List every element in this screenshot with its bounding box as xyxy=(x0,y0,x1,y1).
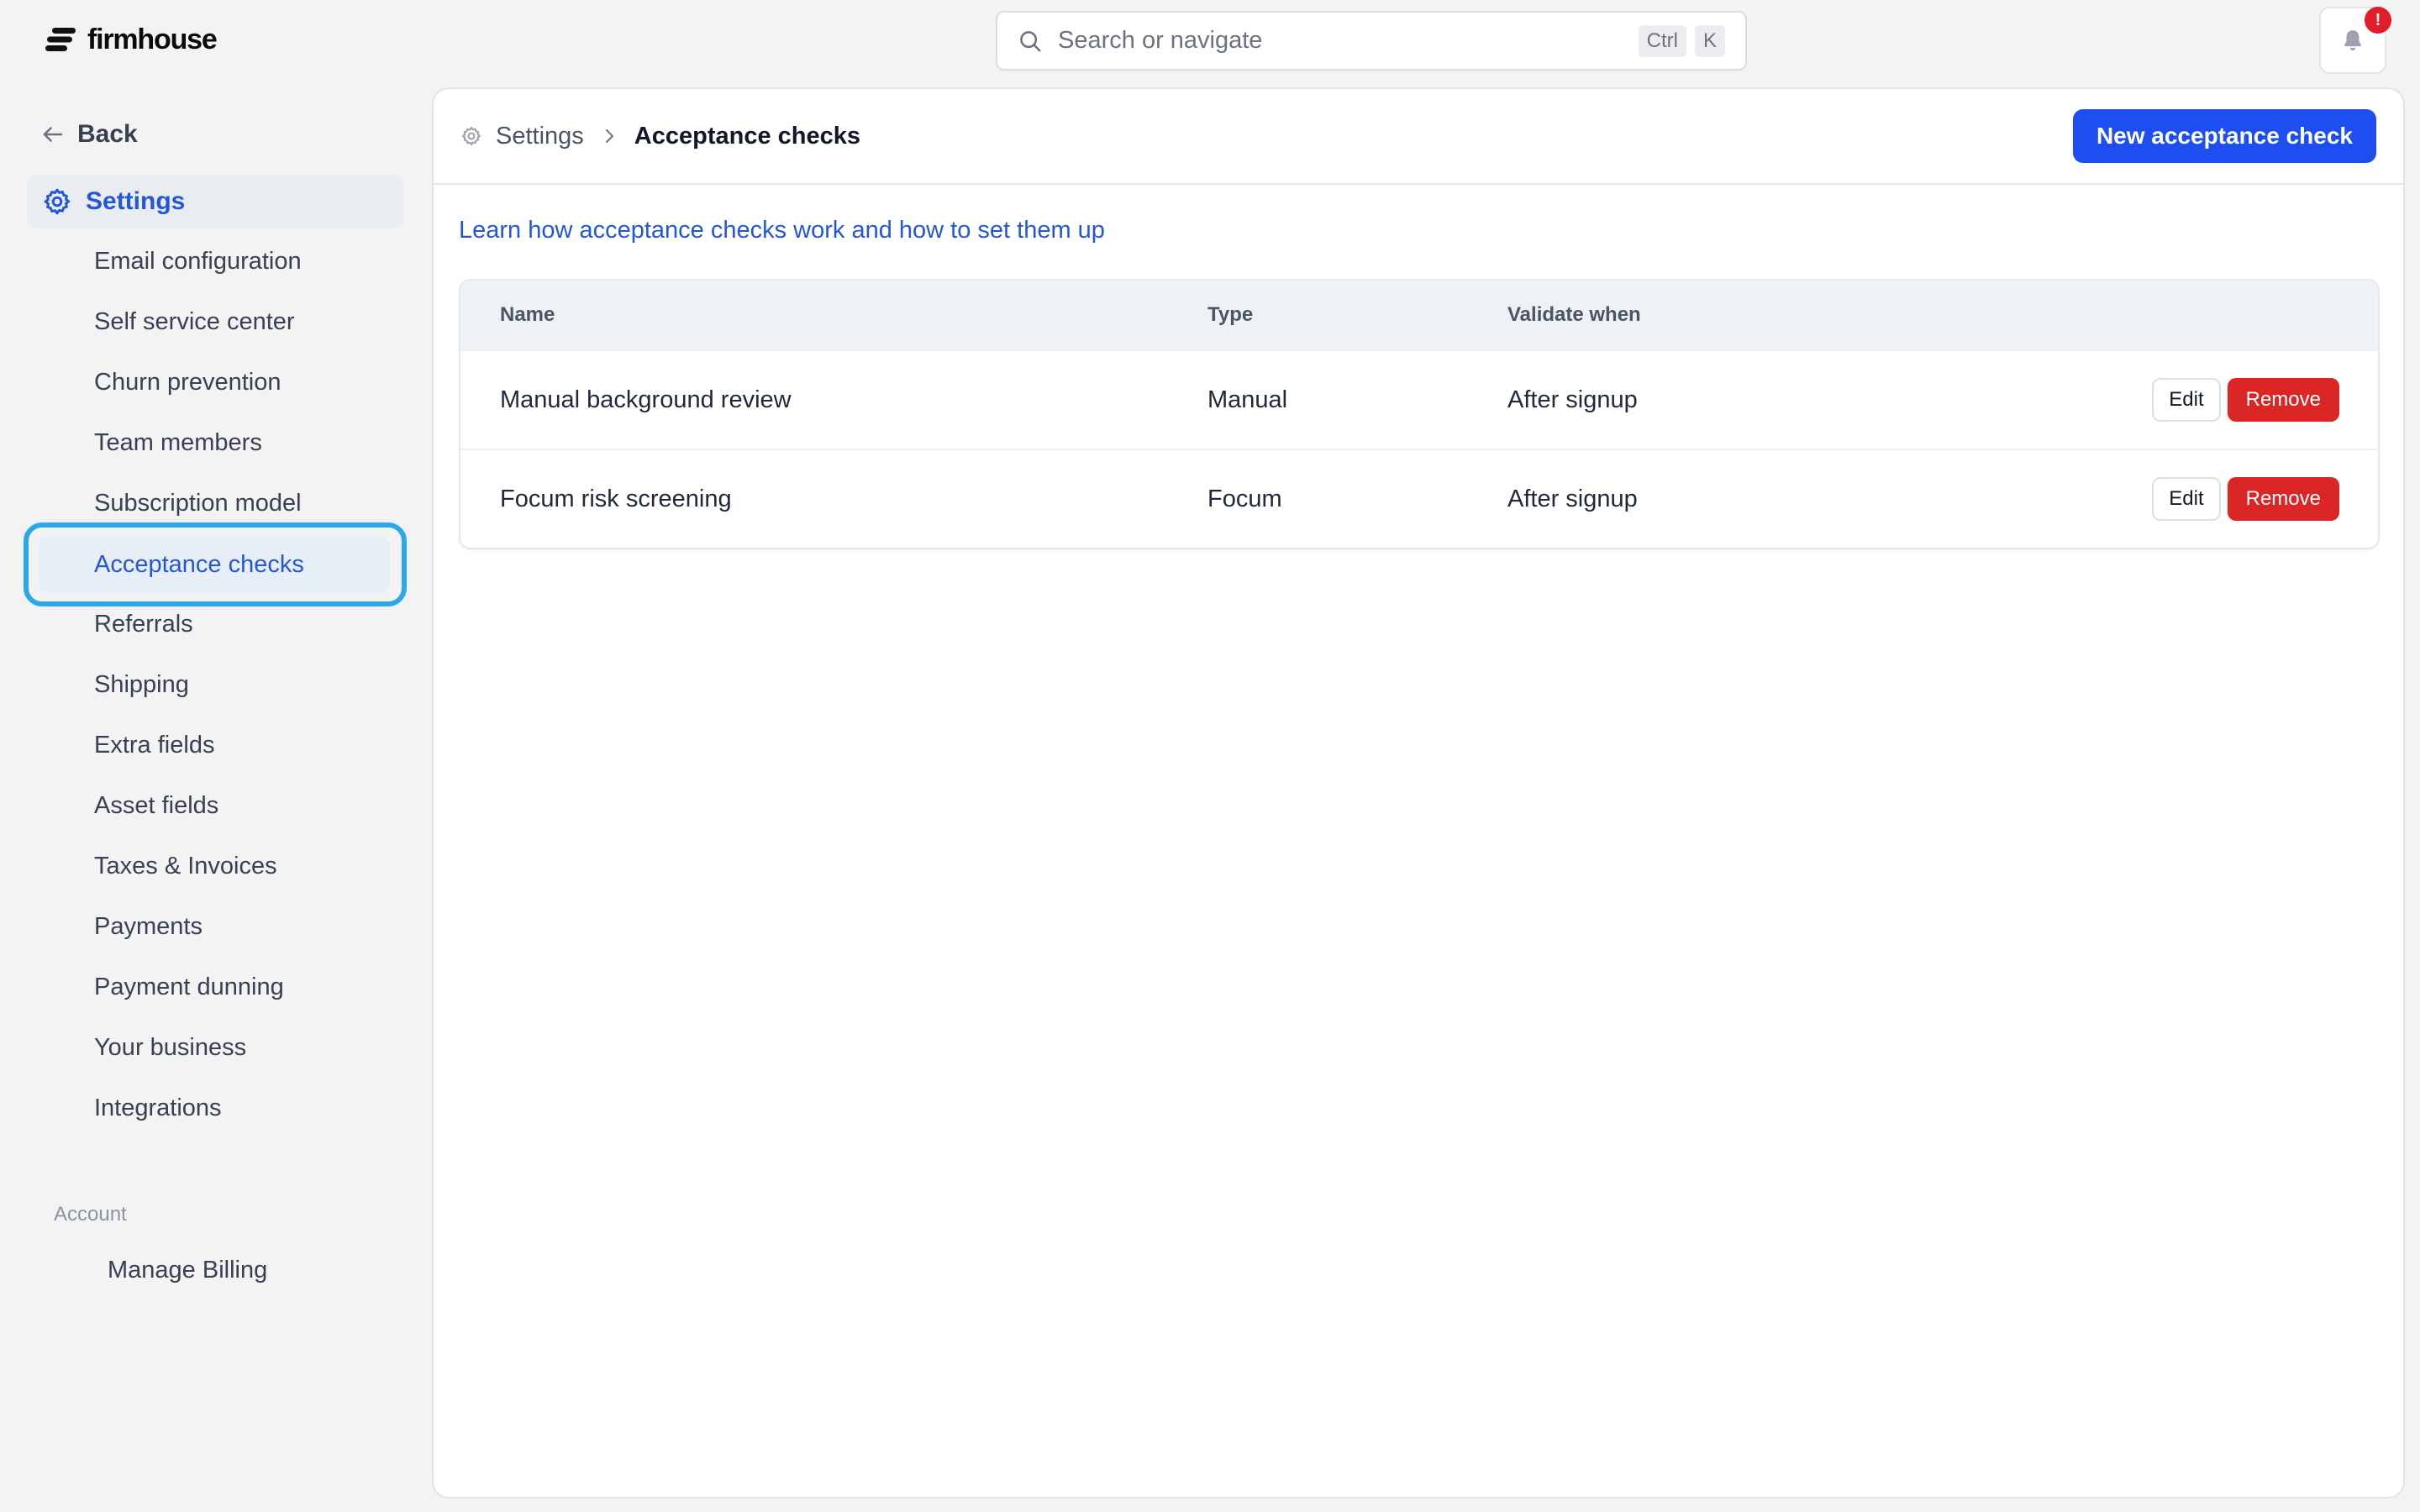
sidebar-item-churn-prevention[interactable]: Churn prevention xyxy=(94,352,397,412)
edit-button[interactable]: Edit xyxy=(2152,378,2221,422)
table-header-row: Name Type Validate when xyxy=(460,281,2378,349)
search-icon xyxy=(1020,30,1041,51)
shortcut-key-ctrl: Ctrl xyxy=(1638,24,1686,57)
new-acceptance-check-button[interactable]: New acceptance check xyxy=(2072,109,2376,163)
sidebar-item-integrations[interactable]: Integrations xyxy=(94,1078,397,1138)
page-title: Acceptance checks xyxy=(634,122,861,150)
main-panel: Settings Acceptance checks New acceptanc… xyxy=(432,87,2405,1499)
acceptance-checks-table: Name Type Validate when Manual backgroun… xyxy=(459,279,2380,549)
table-row: Manual background review Manual After si… xyxy=(460,349,2378,449)
notifications-button[interactable]: ! xyxy=(2319,7,2391,74)
sidebar-item-taxes-invoices[interactable]: Taxes & Invoices xyxy=(94,836,397,896)
firmhouse-logo-icon xyxy=(45,28,76,51)
sidebar-item-self-service-center[interactable]: Self service center xyxy=(94,291,397,352)
settings-nav: Email configuration Self service center … xyxy=(94,231,397,1138)
cell-type: Focum xyxy=(1207,485,1282,512)
cell-validate-when: After signup xyxy=(1507,485,1638,512)
firmhouse-logo[interactable]: firmhouse xyxy=(45,22,218,57)
sidebar-item-shipping[interactable]: Shipping xyxy=(94,654,397,715)
sidebar-item-asset-fields[interactable]: Asset fields xyxy=(94,775,397,836)
sidebar-item-manage-billing[interactable]: Manage Billing xyxy=(108,1252,267,1289)
table-row: Focum risk screening Focum After signup … xyxy=(460,449,2378,548)
breadcrumb-settings[interactable]: Settings xyxy=(496,123,584,150)
search-placeholder: Search or navigate xyxy=(1058,27,1263,54)
bell-icon xyxy=(2344,30,2361,51)
arrow-left-icon xyxy=(43,127,63,142)
sidebar-item-extra-fields[interactable]: Extra fields xyxy=(94,715,397,775)
account-section-label: Account xyxy=(54,1203,127,1226)
sidebar-item-payment-dunning[interactable]: Payment dunning xyxy=(94,957,397,1017)
row-actions: Edit Remove xyxy=(2126,477,2378,521)
sidebar-item-referrals[interactable]: Referrals xyxy=(94,594,397,654)
gear-icon xyxy=(461,126,481,146)
settings-label: Settings xyxy=(86,187,186,215)
cell-validate-when: After signup xyxy=(1507,386,1638,413)
back-link[interactable]: Back xyxy=(40,118,138,151)
brand-name: firmhouse xyxy=(87,23,218,55)
remove-button[interactable]: Remove xyxy=(2227,477,2339,521)
row-actions: Edit Remove xyxy=(2126,378,2378,422)
learn-more-link[interactable]: Learn how acceptance checks work and how… xyxy=(459,217,1105,244)
remove-button[interactable]: Remove xyxy=(2227,378,2339,422)
sidebar-item-email-configuration[interactable]: Email configuration xyxy=(94,231,397,291)
sidebar-item-subscription-model[interactable]: Subscription model xyxy=(94,473,397,533)
sidebar-item-your-business[interactable]: Your business xyxy=(94,1017,397,1078)
sidebar-item-acceptance-checks[interactable]: Acceptance checks xyxy=(94,537,304,592)
notification-badge: ! xyxy=(2365,7,2391,34)
column-header-type: Type xyxy=(1207,303,1254,326)
page-header: Settings Acceptance checks New acceptanc… xyxy=(434,89,2403,185)
shortcut-key-k: K xyxy=(1694,24,1725,57)
column-header-name: Name xyxy=(500,303,555,326)
cell-type: Manual xyxy=(1207,386,1288,413)
sidebar-item-team-members[interactable]: Team members xyxy=(94,412,397,473)
back-label: Back xyxy=(77,120,138,148)
search-input[interactable]: Search or navigate Ctrl K xyxy=(996,11,1747,71)
sidebar-settings-section[interactable]: Settings xyxy=(27,175,403,228)
sidebar-item-payments[interactable]: Payments xyxy=(94,896,397,957)
column-header-validate-when: Validate when xyxy=(1507,303,1641,326)
cell-name: Manual background review xyxy=(500,386,792,413)
chevron-right-icon xyxy=(605,129,613,143)
gear-icon xyxy=(44,188,71,215)
cell-name: Focum risk screening xyxy=(500,485,732,512)
edit-button[interactable]: Edit xyxy=(2152,477,2221,521)
